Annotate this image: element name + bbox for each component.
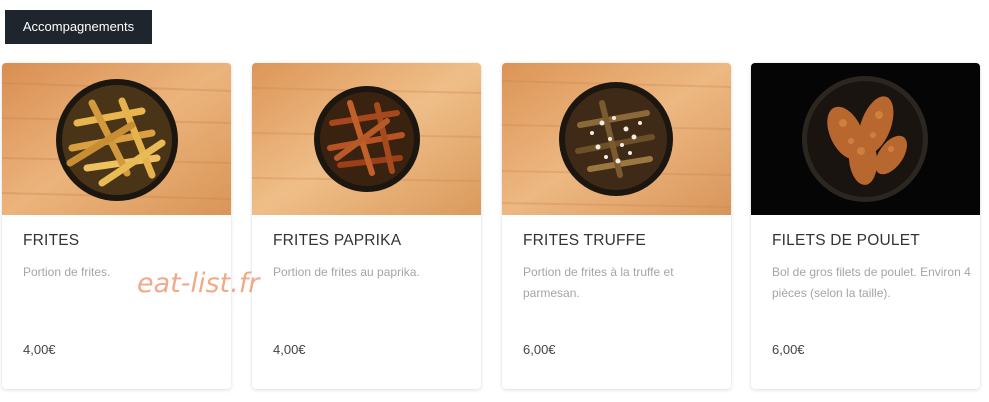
fries-bowl-image (2, 63, 231, 215)
item-price: 6,00€ (523, 342, 556, 357)
category-tab-accompagnements[interactable]: Accompagnements (5, 10, 152, 44)
item-title: FILETS DE POULET (772, 232, 920, 249)
menu-item-card[interactable]: FILETS DE POULET Bol de gros filets de p… (751, 63, 980, 389)
menu-page: Accompagnements FRITES Portion de frites… (0, 0, 989, 402)
item-price: 4,00€ (23, 342, 56, 357)
menu-item-card[interactable]: FRITES TRUFFE Portion de frites à la tru… (502, 63, 731, 389)
item-price: 6,00€ (772, 342, 805, 357)
item-title: FRITES PAPRIKA (273, 232, 402, 249)
item-title: FRITES (23, 232, 80, 249)
item-title: FRITES TRUFFE (523, 232, 646, 249)
item-price: 4,00€ (273, 342, 306, 357)
menu-item-card[interactable]: FRITES PAPRIKA Portion de frites au papr… (252, 63, 481, 389)
chicken-tenders-bowl-image (751, 63, 980, 215)
truffle-fries-bowl-image (502, 63, 731, 215)
item-description: Portion de frites au paprika. (273, 265, 420, 279)
paprika-fries-bowl-image (252, 63, 481, 215)
item-description: Portion de frites à la truffe et parmesa… (523, 265, 674, 300)
item-description: Bol de gros filets de poulet. Environ 4 … (772, 265, 971, 300)
menu-item-card[interactable]: FRITES Portion de frites. 4,00€ (2, 63, 231, 389)
item-description: Portion de frites. (23, 265, 111, 279)
